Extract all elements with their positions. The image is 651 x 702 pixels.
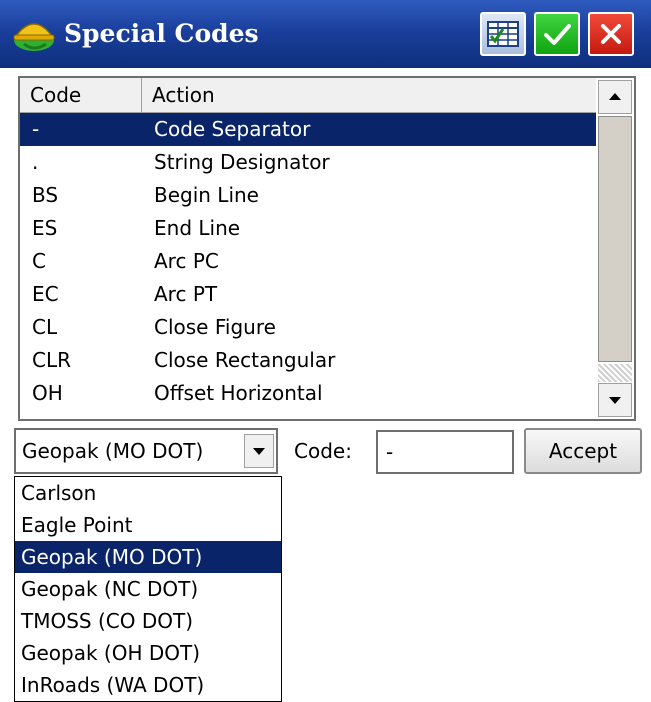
column-header-code[interactable]: Code xyxy=(20,78,142,112)
arrow-down-icon xyxy=(599,397,631,419)
code-library-combobox[interactable]: Geopak (MO DOT) xyxy=(14,428,278,474)
table-row[interactable]: OH Offset Horizontal xyxy=(20,377,596,410)
combobox-dropdown-button[interactable] xyxy=(244,434,274,468)
row-code: CL xyxy=(32,315,58,339)
row-code: . xyxy=(32,150,39,174)
table-row[interactable]: . String Designator xyxy=(20,146,596,179)
table-row[interactable]: CL Close Figure xyxy=(20,311,596,344)
vertical-scrollbar[interactable] xyxy=(596,78,634,419)
scrollbar-track[interactable] xyxy=(598,364,632,382)
row-action: Code Separator xyxy=(154,117,311,141)
table-row[interactable]: BS Begin Line xyxy=(20,179,596,212)
row-action: Close Figure xyxy=(154,315,276,339)
column-header-action[interactable]: Action xyxy=(142,78,596,112)
window-title: Special Codes xyxy=(64,19,259,48)
dropdown-option[interactable]: TMOSS (CO DOT) xyxy=(15,605,281,637)
code-library-dropdown-list[interactable]: Carlson Eagle Point Geopak (MO DOT) Geop… xyxy=(14,476,282,702)
grid-view-button[interactable] xyxy=(480,12,526,56)
scroll-down-button[interactable] xyxy=(598,383,632,417)
scroll-up-button[interactable] xyxy=(598,80,632,114)
survey-helmet-icon xyxy=(10,14,58,54)
row-code: ES xyxy=(32,216,58,240)
row-action: Begin Line xyxy=(154,183,259,207)
table-row[interactable]: ES End Line xyxy=(20,212,596,245)
row-action: Close Rectangular xyxy=(154,348,336,372)
table-row[interactable]: EC Arc PT xyxy=(20,278,596,311)
table-row[interactable]: - Code Separator xyxy=(20,113,596,146)
title-bar: Special Codes xyxy=(0,0,651,68)
dropdown-option[interactable]: Geopak (NC DOT) xyxy=(15,573,281,605)
row-code: BS xyxy=(32,183,59,207)
row-code: - xyxy=(32,117,40,141)
row-action: Arc PC xyxy=(154,249,219,273)
dropdown-option[interactable]: InRoads (WA DOT) xyxy=(15,669,281,701)
table-body: - Code Separator . String Designator BS … xyxy=(20,113,596,419)
table-row[interactable]: C Arc PC xyxy=(20,245,596,278)
content-area: Code Action - Code Separator . String De… xyxy=(0,68,651,702)
row-code: EC xyxy=(32,282,59,306)
dropdown-option[interactable]: Eagle Point xyxy=(15,509,281,541)
dropdown-option[interactable]: Geopak (MO DOT) xyxy=(15,541,281,573)
dropdown-option[interactable]: Carlson xyxy=(15,477,281,509)
special-codes-window: Special Codes Code Action - Code Separat… xyxy=(0,0,651,702)
row-code: CLR xyxy=(32,348,72,372)
cancel-button[interactable] xyxy=(588,12,634,56)
combobox-selected-value: Geopak (MO DOT) xyxy=(22,439,204,463)
row-code: OH xyxy=(32,381,63,405)
row-action: End Line xyxy=(154,216,241,240)
special-codes-table[interactable]: Code Action - Code Separator . String De… xyxy=(18,76,636,421)
accept-button[interactable]: Accept xyxy=(524,428,642,474)
table-header: Code Action xyxy=(20,78,596,113)
dropdown-option[interactable]: Geopak (OH DOT) xyxy=(15,637,281,669)
row-action: Arc PT xyxy=(154,282,218,306)
table-row[interactable]: CLR Close Rectangular xyxy=(20,344,596,377)
row-action: Offset Horizontal xyxy=(154,381,323,405)
ok-button[interactable] xyxy=(534,12,580,56)
code-input[interactable] xyxy=(376,430,514,474)
scrollbar-thumb[interactable] xyxy=(598,116,632,362)
row-action: String Designator xyxy=(154,150,330,174)
row-code: C xyxy=(32,249,46,273)
code-label: Code: xyxy=(294,439,352,463)
chevron-down-icon xyxy=(245,448,273,471)
arrow-up-icon xyxy=(599,93,631,117)
